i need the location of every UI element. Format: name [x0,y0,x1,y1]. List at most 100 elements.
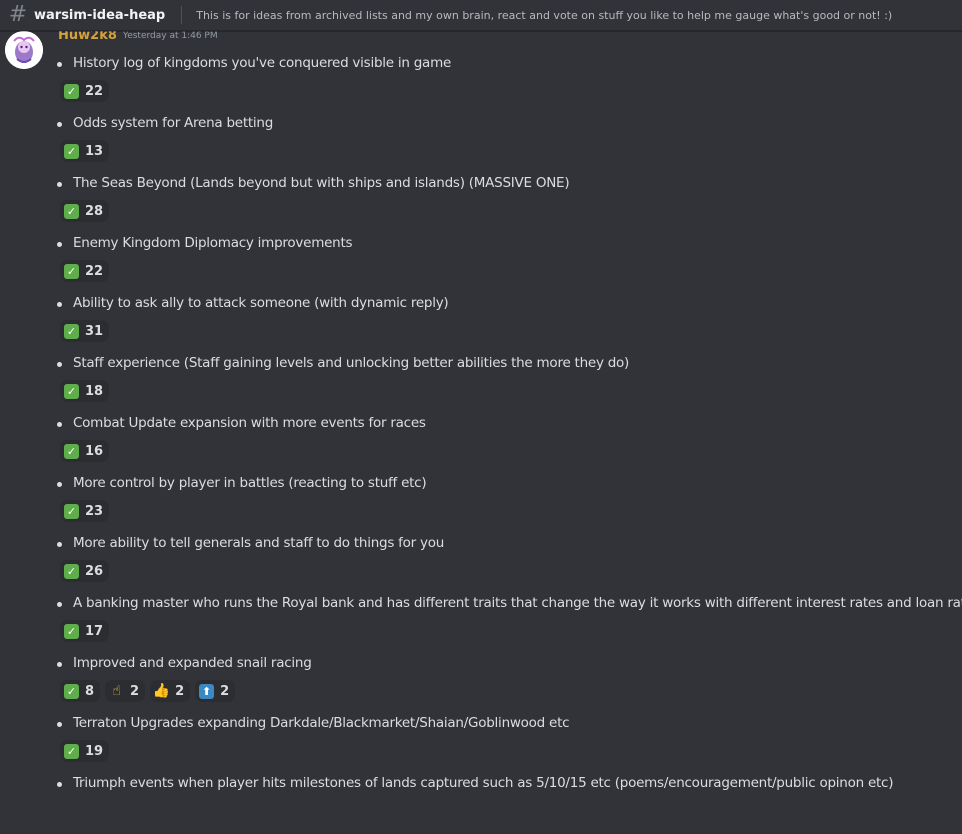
reaction-button[interactable]: ✓ 26 [60,560,110,582]
channel-topic[interactable]: This is for ideas from archived lists an… [196,9,892,22]
check-mark-icon: ✓ [64,683,79,699]
bullet-icon [57,122,62,127]
idea-text: Ability to ask ally to attack someone (w… [73,295,449,311]
reaction-button[interactable]: ✓ 19 [60,740,110,762]
reaction-count: 16 [85,443,104,459]
idea-text: The Seas Beyond (Lands beyond but with s… [73,175,570,191]
idea-list: History log of kingdoms you've conquered… [0,54,962,834]
timestamp[interactable]: Yesterday at 1:46 PM [123,31,218,41]
list-item: Ability to ask ally to attack someone (w… [0,294,962,354]
check-mark-icon: ✓ [64,443,79,459]
reaction-count: 18 [85,383,104,399]
reaction-count: 26 [85,563,104,579]
bullet-icon [57,242,62,247]
reaction-bar: ✓ 22 [60,80,110,102]
list-item: Enemy Kingdom Diplomacy improvements ✓ 22 [0,234,962,294]
reaction-button[interactable]: ✓ 31 [60,320,110,342]
pointing-up-icon: ☝ [112,683,121,699]
reaction-button[interactable]: ⬆ 2 [195,680,236,702]
reaction-count: 13 [85,143,104,159]
reaction-bar: ✓ 13 [60,140,110,162]
reaction-count: 22 [85,83,104,99]
check-mark-icon: ✓ [64,83,79,99]
bullet-icon [57,182,62,187]
thumbs-up-icon: 👍 [152,683,171,699]
list-item: Combat Update expansion with more events… [0,414,962,474]
bullet-icon [57,302,62,307]
author-line: Huw2k8 Yesterday at 1:46 PM [58,28,218,49]
reaction-bar: ✓ 28 [60,200,110,222]
reaction-bar: ✓ 23 [60,500,110,522]
reaction-button[interactable]: ✓ 22 [60,260,110,282]
check-mark-icon: ✓ [64,383,79,399]
reaction-count: 23 [85,503,104,519]
list-item: Triumph events when player hits mileston… [0,774,962,834]
reaction-button[interactable]: ✓ 23 [60,500,110,522]
check-mark-icon: ✓ [64,623,79,639]
bullet-icon [57,662,62,667]
reaction-count: 2 [175,683,185,699]
reaction-bar: ✓ 22 [60,260,110,282]
list-item: Terraton Upgrades expanding Darkdale/Bla… [0,714,962,774]
check-mark-icon: ✓ [64,743,79,759]
list-item: Improved and expanded snail racing ✓ 8 ☝ 2 👍 2… [0,654,962,714]
check-mark-icon: ✓ [64,263,79,279]
channel-header: # warsim-idea-heap This is for ideas fro… [0,0,962,31]
idea-text: More ability to tell generals and staff … [73,535,445,551]
reaction-bar: ✓ 26 [60,560,110,582]
idea-text: Enemy Kingdom Diplomacy improvements [73,235,353,251]
list-item: More control by player in battles (react… [0,474,962,534]
reaction-button[interactable]: ✓ 28 [60,200,110,222]
reaction-button[interactable]: ✓ 18 [60,380,110,402]
bullet-icon [57,542,62,547]
header-divider [181,6,183,24]
reaction-button[interactable]: ✓ 17 [60,620,110,642]
reaction-bar: ✓ 8 ☝ 2 👍 2 ⬆ 2 [60,680,236,702]
check-mark-icon: ✓ [64,203,79,219]
reaction-count: 2 [220,683,230,699]
reaction-count: 17 [85,623,104,639]
check-mark-icon: ✓ [64,563,79,579]
bullet-icon [57,722,62,727]
up-arrow-icon: ⬆ [199,683,215,699]
reaction-bar: ✓ 16 [60,440,110,462]
list-item: History log of kingdoms you've conquered… [0,54,962,114]
idea-text: History log of kingdoms you've conquered… [73,55,452,71]
reaction-count: 8 [85,683,95,699]
reaction-bar: ✓ 19 [60,740,110,762]
bullet-icon [57,602,62,607]
check-mark-icon: ✓ [64,323,79,339]
list-item: Odds system for Arena betting ✓ 13 [0,114,962,174]
idea-text: Improved and expanded snail racing [73,655,312,671]
idea-text: Terraton Upgrades expanding Darkdale/Bla… [73,715,570,731]
idea-text: Triumph events when player hits mileston… [73,775,894,791]
bullet-icon [57,62,62,67]
reaction-button[interactable]: 👍 2 [150,680,191,702]
reaction-bar: ✓ 31 [60,320,110,342]
list-item: The Seas Beyond (Lands beyond but with s… [0,174,962,234]
reaction-count: 19 [85,743,104,759]
idea-text: Combat Update expansion with more events… [73,415,426,431]
reaction-count: 31 [85,323,104,339]
idea-text: A banking master who runs the Royal bank… [73,595,962,611]
reaction-button[interactable]: ✓ 13 [60,140,110,162]
bullet-icon [57,782,62,787]
list-item: More ability to tell generals and staff … [0,534,962,594]
reaction-bar: ✓ 17 [60,620,110,642]
reaction-count: 28 [85,203,104,219]
bullet-icon [57,362,62,367]
reaction-button[interactable]: ☝ 2 [105,680,146,702]
list-item: Staff experience (Staff gaining levels a… [0,354,962,414]
reaction-count: 22 [85,263,104,279]
idea-text: Odds system for Arena betting [73,115,274,131]
channel-name[interactable]: warsim-idea-heap [34,8,165,23]
idea-text: More control by player in battles (react… [73,475,427,491]
bullet-icon [57,422,62,427]
reaction-button[interactable]: ✓ 16 [60,440,110,462]
reaction-button[interactable]: ✓ 8 [60,680,101,702]
list-item: A banking master who runs the Royal bank… [0,594,962,654]
reaction-bar: ✓ 18 [60,380,110,402]
bullet-icon [57,482,62,487]
reaction-button[interactable]: ✓ 22 [60,80,110,102]
reaction-count: 2 [130,683,140,699]
